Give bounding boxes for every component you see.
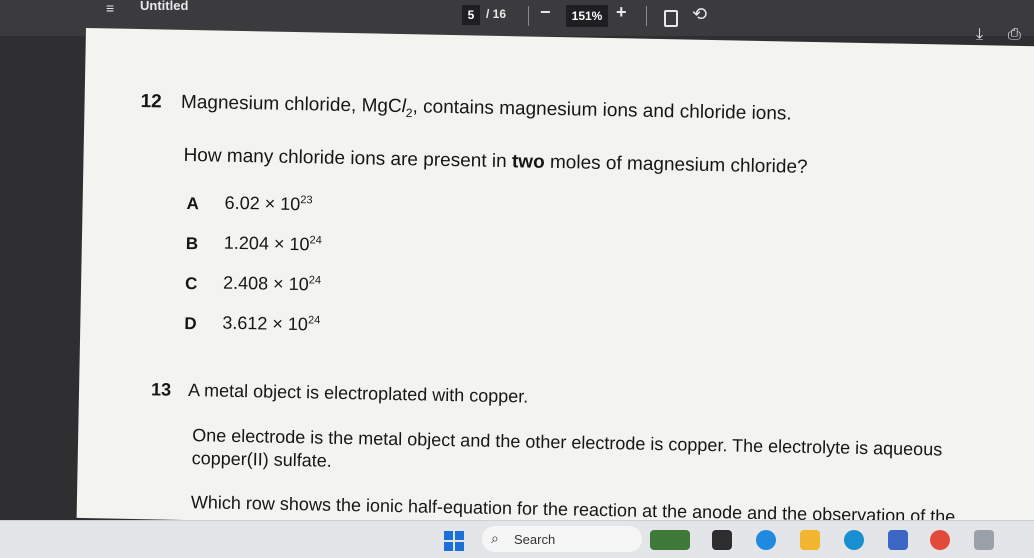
option-c-letter: C [184,273,198,294]
option-b-value: 1.204 × 1024 [224,233,322,256]
chrome-icon[interactable] [930,530,950,550]
option-d-value: 3.612 × 1024 [222,313,320,336]
search-icon: ⌕ [491,530,499,546]
app-icon[interactable] [974,530,994,550]
option-a-mantissa: 6.02 × 10 [224,192,301,215]
q12-question-end: moles of magnesium chloride? [544,151,808,178]
q13-stem-text: A metal object is electroplated with cop… [187,380,529,407]
q13-number: 13 [150,379,172,400]
zoom-level-input[interactable]: 151% [566,5,608,27]
option-d-exponent: 24 [307,314,321,327]
taskbar: ⌕ Search [0,520,1034,558]
rotate-icon[interactable]: ⟲ [692,4,707,25]
toolbar-divider [646,6,647,26]
document-title: Untitled [140,0,189,13]
q12-number: 12 [140,91,162,113]
current-page-input[interactable]: 5 [462,5,480,25]
zoom-out-button[interactable]: − [540,2,551,23]
menu-icon[interactable]: ≡ [106,0,114,16]
q12-stem: 12 Magnesium chloride, MgCl2, contains m… [140,91,792,127]
taskbar-search[interactable]: ⌕ Search [482,526,642,552]
print-icon[interactable]: ⎙ [1008,26,1021,44]
q13-para1-line2: copper(II) sulfate. [191,448,332,471]
copilot-icon[interactable] [756,530,776,550]
option-b-exponent: 24 [309,234,322,247]
q13-stem: 13 A metal object is electroplated with … [151,379,529,407]
option-b-mantissa: 1.204 × 10 [223,232,310,255]
q12-question-bold: two [511,151,545,173]
toolbar-divider [528,6,529,26]
option-a-value: 6.02 × 1023 [224,193,312,216]
option-a-exponent: 23 [300,194,313,207]
search-label: Search [514,532,556,547]
option-b-letter: B [185,233,199,254]
q12-question-text: How many chloride ions are present in [183,144,513,173]
zoom-in-button[interactable]: + [616,2,627,23]
store-icon[interactable] [888,530,908,550]
edge-icon[interactable] [844,530,864,550]
option-c-value: 2.408 × 1024 [223,273,321,296]
download-icon[interactable]: ⤓ [976,26,983,44]
pdf-page: 12 Magnesium chloride, MgCl2, contains m… [76,28,1034,538]
q12-stem-text: Magnesium chloride, MgC [180,91,402,118]
q12-stem-end: , contains magnesium ions and chloride i… [412,96,792,125]
option-c-exponent: 24 [308,274,322,287]
q12-question: How many chloride ions are present in tw… [183,145,807,179]
windows-start-icon[interactable] [444,531,464,551]
option-c-mantissa: 2.408 × 10 [222,272,309,295]
option-d-mantissa: 3.612 × 10 [222,312,309,335]
option-d-letter: D [184,313,197,334]
fit-page-icon[interactable] [664,10,678,27]
terminal-icon[interactable] [712,530,732,550]
widgets-icon[interactable] [650,530,690,550]
page-total: / 16 [486,7,507,21]
file-explorer-icon[interactable] [800,530,820,550]
option-a-letter: A [186,193,200,214]
